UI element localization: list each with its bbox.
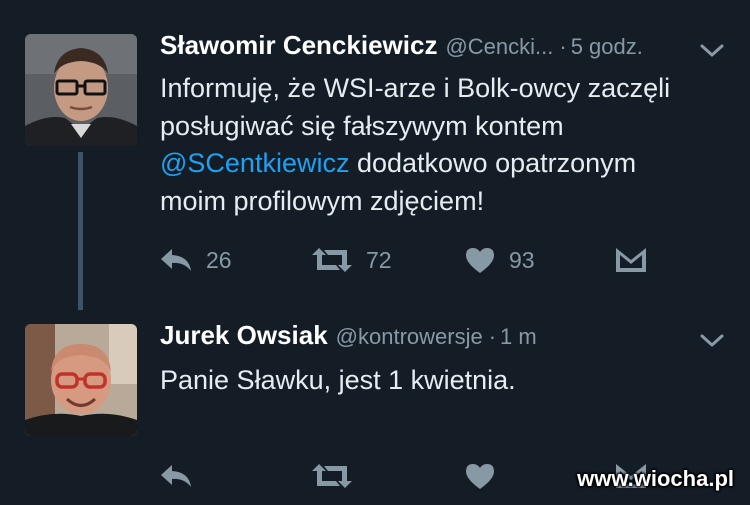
retweet-button[interactable] (312, 456, 352, 496)
thread-line (78, 152, 83, 310)
tweet-time[interactable]: 5 godz. (571, 34, 643, 59)
reply-button[interactable]: 26 (160, 240, 232, 280)
like-button[interactable] (465, 456, 495, 496)
chevron-down-icon[interactable] (700, 44, 724, 58)
tweet-time[interactable]: 1 m (500, 324, 537, 349)
author-name[interactable]: Jurek Owsiak (160, 320, 328, 350)
retweet-count: 72 (366, 246, 392, 273)
author-name[interactable]: Sławomir Cenckiewicz (160, 30, 437, 60)
like-count: 93 (509, 246, 535, 273)
tweet-1[interactable]: Sławomir Cenckiewicz @Cencki... · 5 godz. I… (0, 0, 750, 310)
separator-dot: · (488, 324, 497, 349)
tweet-text: Informuję, że WSI-arze i Bolk-owcy zaczę… (160, 70, 710, 220)
reply-count: 26 (206, 246, 232, 273)
avatar[interactable] (25, 324, 137, 436)
reply-icon (161, 465, 191, 487)
retweet-icon (312, 248, 352, 272)
retweet-button[interactable]: 72 (312, 240, 392, 280)
tweet-text: Panie Sławku, jest 1 kwietnia. (160, 365, 516, 395)
like-button[interactable]: 93 (465, 240, 535, 280)
retweet-icon (312, 464, 352, 488)
heart-icon (466, 463, 494, 489)
mention-link[interactable]: @SCentkiewicz (160, 148, 349, 178)
author-handle[interactable]: @kontrowersje (336, 324, 483, 349)
tweet-text-line: @SCentkiewicz dodatkowo opatrzonym (160, 145, 710, 183)
tweet-header: Sławomir Cenckiewicz @Cencki... · 5 godz. (160, 30, 730, 66)
tweet-actions: 26 72 93 (160, 240, 690, 280)
reply-button[interactable] (160, 456, 192, 496)
tweet-text-line: Informuję, że WSI-arze i Bolk-owcy zaczę… (160, 73, 671, 103)
direct-message-icon (616, 248, 646, 272)
author-handle[interactable]: @Cencki... (445, 34, 553, 59)
watermark: www.wiocha.pl (577, 466, 734, 491)
avatar[interactable] (25, 34, 137, 146)
tweet-text-line: posługiwać się fałszywym kontem (160, 110, 564, 141)
tweet-header: Jurek Owsiak @kontrowersje · 1 m (160, 320, 730, 356)
separator-dot: · (559, 34, 567, 59)
tweet-text-fragment: dodatkowo opatrzonym (349, 148, 637, 178)
reply-icon (161, 249, 191, 271)
chevron-down-icon[interactable] (700, 334, 724, 348)
tweet-text-line: moim profilowym zdjęciem! (160, 185, 485, 216)
heart-icon (466, 247, 494, 273)
direct-message-button[interactable] (615, 240, 647, 280)
